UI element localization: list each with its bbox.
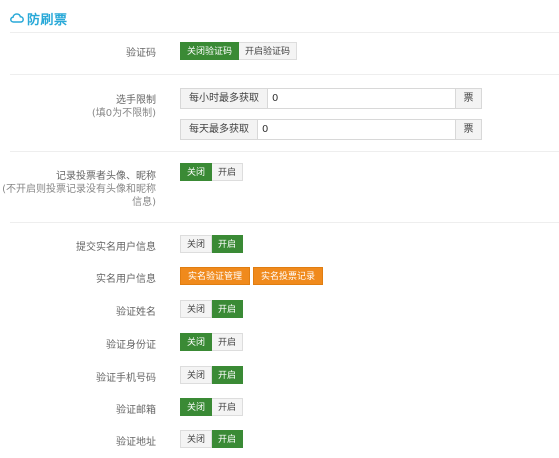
verify-id-label: 验证身份证 — [106, 340, 156, 351]
section-header: 防刷票 — [10, 8, 68, 28]
section-title: 防刷票 — [27, 12, 68, 28]
divider — [10, 151, 559, 152]
submit-realname-label: 提交实名用户信息 — [76, 242, 156, 253]
hourly-limit-unit: 票 — [455, 89, 481, 108]
captcha-label: 验证码 — [126, 48, 156, 59]
limit-hint: (填0为不限制) — [91, 108, 156, 119]
record-avatar-off-button[interactable]: 关闭 — [180, 163, 213, 181]
daily-limit-label: 每天最多获取 — [181, 120, 258, 139]
captcha-off-button[interactable]: 关闭验证码 — [180, 42, 240, 60]
record-avatar-hint-2: 信息) — [132, 197, 156, 208]
verify-phone-off-button[interactable]: 关闭 — [180, 366, 213, 384]
hourly-limit-group: 每小时最多获取 票 — [180, 88, 482, 109]
verify-id-on-button[interactable]: 开启 — [212, 333, 244, 351]
record-avatar-label: 记录投票者头像、昵称 (不开启则投票记录没有头像和昵称 信息) — [2, 170, 156, 209]
record-avatar-toggle: 关闭 开启 — [180, 163, 244, 181]
divider — [10, 222, 559, 223]
verify-name-label: 验证姓名 — [116, 307, 156, 318]
divider — [10, 32, 559, 33]
submit-realname-off-button[interactable]: 关闭 — [180, 235, 213, 253]
realname-manage-button[interactable]: 实名验证管理 — [180, 267, 251, 285]
verify-id-toggle: 关闭 开启 — [180, 333, 244, 351]
verify-phone-label: 验证手机号码 — [96, 373, 156, 384]
verify-phone-on-button[interactable]: 开启 — [212, 366, 244, 384]
daily-limit-input[interactable] — [258, 120, 455, 139]
captcha-toggle: 关闭验证码 开启验证码 — [180, 42, 298, 60]
daily-limit-group: 每天最多获取 票 — [180, 119, 482, 140]
submit-realname-on-button[interactable]: 开启 — [212, 235, 244, 253]
realname-info-buttons: 实名验证管理 实名投票记录 — [180, 267, 326, 285]
record-avatar-hint-1: (不开启则投票记录没有头像和昵称 — [2, 184, 156, 195]
submit-realname-toggle: 关闭 开启 — [180, 235, 244, 253]
verify-email-on-button[interactable]: 开启 — [212, 398, 244, 416]
realname-info-label: 实名用户信息 — [96, 274, 156, 285]
verify-address-toggle: 关闭 开启 — [180, 430, 244, 448]
record-avatar-on-button[interactable]: 开启 — [212, 163, 244, 181]
verify-email-toggle: 关闭 开启 — [180, 398, 244, 416]
limit-label: 选手限制 (填0为不限制) — [92, 94, 156, 120]
verify-id-off-button[interactable]: 关闭 — [180, 333, 213, 351]
verify-name-off-button[interactable]: 关闭 — [180, 300, 213, 318]
verify-email-off-button[interactable]: 关闭 — [180, 398, 213, 416]
realname-records-button[interactable]: 实名投票记录 — [253, 267, 324, 285]
verify-email-label: 验证邮箱 — [116, 405, 156, 416]
cloud-icon — [10, 11, 24, 25]
verify-address-off-button[interactable]: 关闭 — [180, 430, 213, 448]
hourly-limit-input[interactable] — [268, 89, 455, 108]
verify-address-on-button[interactable]: 开启 — [212, 430, 244, 448]
hourly-limit-label: 每小时最多获取 — [181, 89, 268, 108]
limit-title: 选手限制 — [116, 95, 156, 106]
verify-name-on-button[interactable]: 开启 — [212, 300, 244, 318]
verify-name-toggle: 关闭 开启 — [180, 300, 244, 318]
daily-limit-unit: 票 — [455, 120, 481, 139]
verify-phone-toggle: 关闭 开启 — [180, 366, 244, 384]
record-avatar-title: 记录投票者头像、昵称 — [56, 171, 156, 182]
captcha-on-button[interactable]: 开启验证码 — [239, 42, 298, 60]
divider — [10, 74, 559, 75]
verify-address-label: 验证地址 — [116, 437, 156, 448]
